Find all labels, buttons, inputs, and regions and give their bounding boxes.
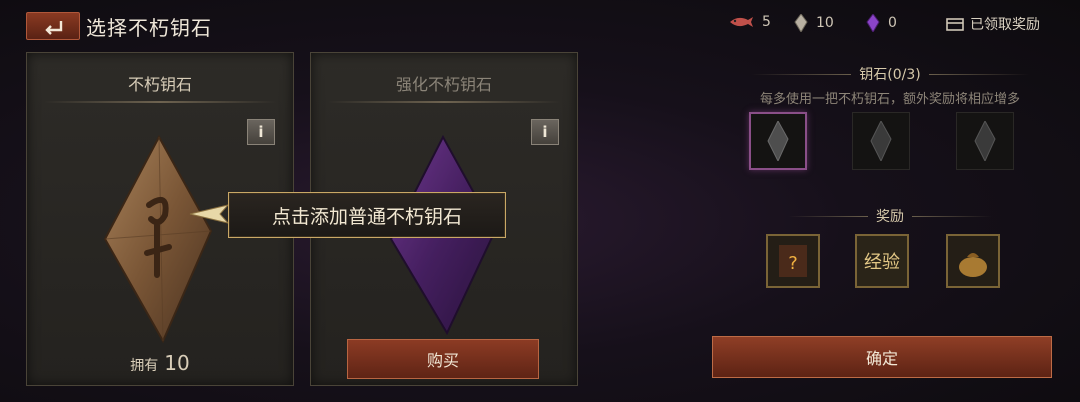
gold-bag-icon <box>959 253 987 277</box>
tooltip-pointer-icon <box>189 204 230 224</box>
keys-header-label: 钥石(0/3) <box>859 67 921 83</box>
purple-crystal-icon <box>866 14 880 32</box>
keys-hint: 每多使用一把不朽钥石，额外奖励将相应增多 <box>759 92 1020 107</box>
info-button[interactable]: i <box>531 119 559 145</box>
claimed-rewards-label: 已领取奖励 <box>970 17 1040 33</box>
currency-gray-crystal-value: 10 <box>816 15 834 31</box>
reward-experience[interactable]: 经验 <box>855 234 909 288</box>
reward-mystery-item[interactable]: ? <box>766 234 820 288</box>
reward-gold-bag[interactable] <box>946 234 1000 288</box>
reward-experience-label: 经验 <box>864 252 900 273</box>
info-button[interactable]: i <box>247 119 275 145</box>
owned-count: 拥有 10 <box>27 351 293 375</box>
slot-keystone-icon <box>870 121 892 161</box>
claimed-rewards-button[interactable]: 已领取奖励 <box>946 14 1040 34</box>
card-divider <box>43 101 277 103</box>
buy-button[interactable]: 购买 <box>347 339 539 379</box>
gray-crystal-icon <box>794 14 808 32</box>
owned-number: 10 <box>164 351 190 375</box>
card-title: 不朽钥石 <box>127 75 192 94</box>
add-keystone-tooltip[interactable]: 点击添加普通不朽钥石 <box>228 192 506 238</box>
currency-purple-crystal-value: 0 <box>888 15 897 31</box>
keys-header: 钥石(0/3) <box>730 64 1050 84</box>
key-slot-3[interactable] <box>956 112 1014 170</box>
mystery-item-icon: ? <box>779 245 807 277</box>
confirm-button[interactable]: 确定 <box>712 336 1052 378</box>
owned-label: 拥有 <box>130 358 159 374</box>
keystone-icon <box>103 135 213 343</box>
key-slot-1[interactable] <box>749 112 807 170</box>
chest-icon <box>946 18 964 31</box>
rewards-header-label: 奖励 <box>876 209 904 225</box>
card-title: 强化不朽钥石 <box>395 75 492 94</box>
back-arrow-icon <box>45 21 63 35</box>
currency-gray-crystal: 10 <box>794 14 834 32</box>
fish-icon <box>728 15 754 29</box>
svg-text:?: ? <box>788 253 798 274</box>
key-slot-2[interactable] <box>852 112 910 170</box>
back-button[interactable] <box>26 12 80 40</box>
slot-keystone-icon <box>974 121 996 161</box>
card-divider <box>327 101 561 103</box>
slot-keystone-icon <box>767 121 789 161</box>
currency-fish-value: 5 <box>762 14 771 30</box>
rewards-header: 奖励 <box>760 206 1020 226</box>
currency-purple-crystal: 0 <box>866 14 897 32</box>
currency-fish: 5 <box>728 14 771 30</box>
page-title: 选择不朽钥石 <box>86 16 212 40</box>
